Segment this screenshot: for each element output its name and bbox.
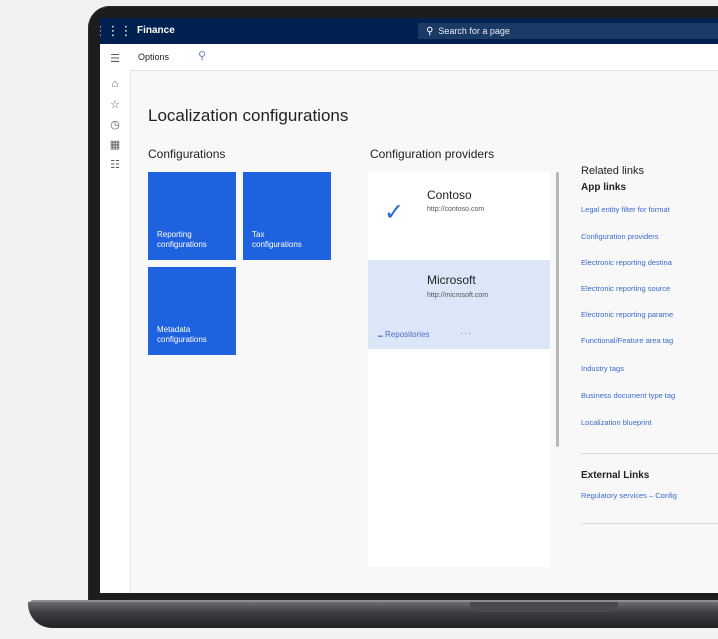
providers-heading: Configuration providers	[370, 147, 495, 161]
repositories-icon: ⑉	[378, 330, 383, 339]
repositories-label: Repositories	[385, 330, 430, 339]
related-links-heading: Related links	[581, 165, 644, 177]
link-er-parameters[interactable]: Electronic reporting parame	[581, 310, 673, 319]
screen: ⋮⋮⋮ Finance ⚲ Search for a page ☰ ⌂ ☆ ◷ …	[100, 18, 718, 593]
app-launcher-icon[interactable]: ⋮⋮⋮	[100, 18, 133, 44]
tile-reporting-configurations[interactable]: Reporting configurations	[148, 172, 236, 260]
app-links-heading: App links	[581, 182, 627, 193]
tile-label-line2: configurations	[157, 240, 207, 249]
link-legal-entity-filter[interactable]: Legal entity filter for format	[581, 205, 670, 214]
left-navigation: ☰ ⌂ ☆ ◷ ▦ ☷	[100, 44, 131, 593]
hamburger-icon[interactable]: ☰	[100, 52, 130, 65]
tile-label-line2: configurations	[157, 335, 207, 344]
search-icon: ⚲	[426, 25, 434, 37]
repositories-button[interactable]: ⑉ Repositories	[378, 330, 430, 339]
provider-card-microsoft[interactable]: Microsoft http://microsoft.com ⑉ Reposit…	[368, 260, 550, 349]
search-placeholder: Search for a page	[438, 26, 510, 36]
workspaces-icon[interactable]: ▦	[100, 138, 130, 151]
search-box[interactable]: ⚲ Search for a page	[418, 23, 718, 39]
link-er-destination[interactable]: Electronic reporting destina	[581, 258, 672, 267]
link-localization-blueprint[interactable]: Localization blueprint	[581, 418, 651, 427]
active-check-icon: ✓	[384, 199, 405, 226]
options-button[interactable]: Options	[138, 52, 169, 62]
provider-url: http://contoso.com	[427, 206, 485, 213]
provider-url: http://microsoft.com	[427, 292, 489, 299]
tile-label-line1: Tax	[252, 230, 265, 239]
link-regulatory-services[interactable]: Regulatory services – Config	[581, 491, 677, 500]
recent-icon[interactable]: ◷	[100, 118, 130, 131]
link-industry-tags[interactable]: Industry tags	[581, 364, 624, 373]
more-options-icon[interactable]: ···	[460, 328, 472, 338]
tile-label-line1: Metadata	[157, 325, 191, 334]
tile-label-line2: configurations	[252, 240, 302, 249]
providers-scrollbar[interactable]	[556, 172, 559, 447]
provider-card-contoso[interactable]: ✓ Contoso http://contoso.com	[368, 172, 550, 259]
related-divider	[581, 453, 718, 454]
tile-metadata-configurations[interactable]: Metadata configurations	[148, 267, 236, 355]
top-bar: ⋮⋮⋮ Finance ⚲ Search for a page	[100, 18, 718, 44]
configurations-heading: Configurations	[148, 147, 226, 161]
home-icon[interactable]: ⌂	[100, 78, 130, 90]
favorites-icon[interactable]: ☆	[100, 98, 130, 111]
provider-name: Microsoft	[427, 273, 476, 287]
laptop-notch	[470, 602, 618, 612]
link-business-document-type-tags[interactable]: Business document type tag	[581, 391, 675, 400]
link-functional-area-tags[interactable]: Functional/Feature area tag	[581, 336, 673, 345]
provider-name: Contoso	[427, 188, 472, 202]
link-configuration-providers[interactable]: Configuration providers	[581, 232, 659, 241]
action-bar: Options ⚲	[130, 44, 718, 71]
action-search-icon[interactable]: ⚲	[198, 49, 206, 62]
external-links-heading: External Links	[581, 470, 650, 481]
page-title: Localization configurations	[148, 106, 349, 125]
tile-label-line1: Reporting	[157, 230, 192, 239]
modules-icon[interactable]: ☷	[100, 158, 130, 171]
external-divider	[581, 523, 718, 524]
link-er-source[interactable]: Electronic reporting source	[581, 284, 670, 293]
app-title: Finance	[137, 25, 175, 36]
tile-tax-configurations[interactable]: Tax configurations	[243, 172, 331, 260]
providers-list: ✓ Contoso http://contoso.com Microsoft h…	[368, 172, 550, 567]
